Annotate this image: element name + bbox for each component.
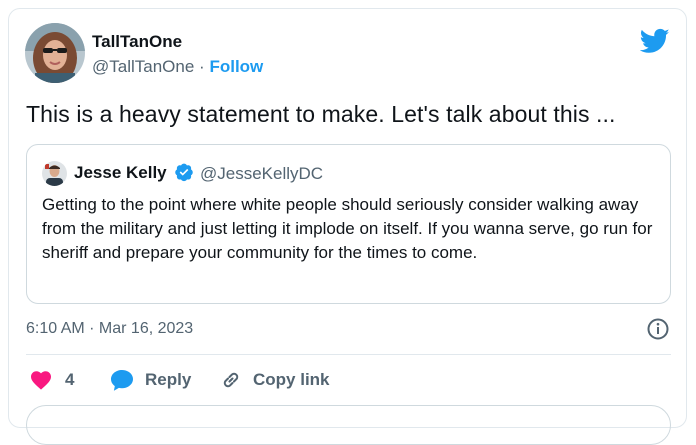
tweet-text: This is a heavy statement to make. Let's…	[26, 101, 616, 127]
copy-link-button[interactable]: Copy link	[219, 366, 330, 394]
meta-separator: ·	[199, 57, 205, 76]
quote-author-avatar[interactable]	[42, 161, 67, 186]
tweet-timestamp[interactable]: 6:10 AM · Mar 16, 2023	[26, 320, 193, 338]
quoted-tweet[interactable]: Jesse Kelly @JesseKellyDC Getting to the…	[26, 144, 671, 304]
info-icon[interactable]	[646, 317, 670, 341]
copy-link-label: Copy link	[253, 370, 330, 389]
author-name[interactable]: TallTanOne	[92, 32, 182, 52]
author-handle[interactable]: @TallTanOne	[92, 57, 194, 76]
like-count: 4	[65, 370, 75, 389]
heart-icon	[31, 371, 51, 390]
quote-author-name[interactable]: Jesse Kelly	[74, 163, 167, 183]
link-icon	[223, 372, 239, 388]
author-avatar[interactable]	[25, 23, 85, 83]
like-button[interactable]: 4	[29, 366, 74, 394]
tweet-card: TallTanOne @TallTanOne · Follow This is …	[8, 8, 687, 445]
follow-button[interactable]: Follow	[209, 57, 263, 76]
reply-label: Reply	[145, 370, 192, 389]
quote-text: Getting to the point where white people …	[42, 195, 653, 262]
read-replies-button[interactable]	[26, 405, 671, 445]
divider	[26, 354, 671, 355]
twitter-bird-icon[interactable]	[640, 26, 670, 56]
verified-badge-icon	[175, 163, 193, 182]
reply-button[interactable]: Reply	[109, 366, 191, 394]
author-meta: @TallTanOne · Follow	[92, 57, 263, 77]
quote-author-handle[interactable]: @JesseKellyDC	[200, 164, 323, 184]
reply-bubble-icon	[111, 370, 133, 391]
